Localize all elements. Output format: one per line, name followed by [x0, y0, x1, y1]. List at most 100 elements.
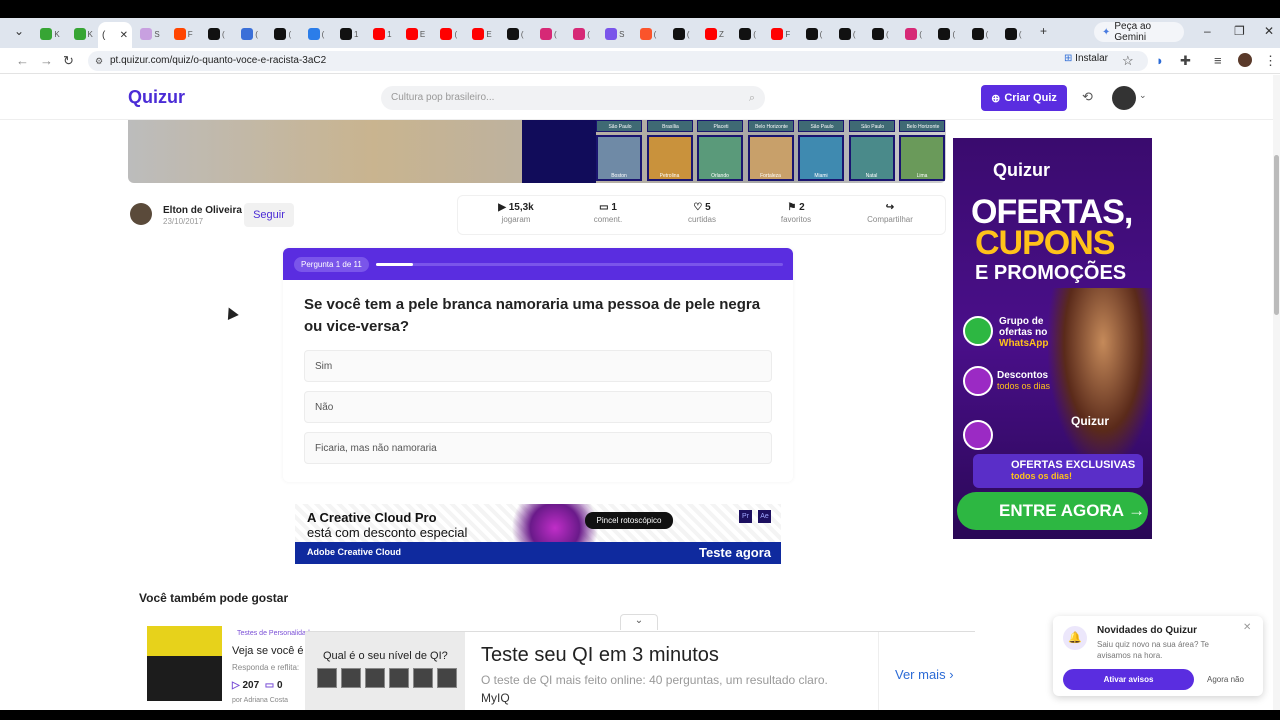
premiere-icon: Pr	[739, 510, 752, 523]
youtube-icon	[440, 28, 453, 40]
instagram-icon	[905, 28, 918, 40]
active-tab-label: (	[102, 29, 106, 41]
ad-collapse-button[interactable]: ⌄	[620, 614, 658, 630]
x-icon	[1004, 28, 1017, 40]
stat-plays-value: 15,3k	[508, 202, 534, 213]
author-name[interactable]: Elton de Oliveira	[163, 205, 242, 216]
adobe-ad-banner[interactable]: A Creative Cloud Pro está com desconto e…	[295, 504, 781, 564]
browser-tab[interactable]: S	[601, 24, 629, 44]
browser-tab[interactable]: (	[933, 24, 961, 44]
browser-tab[interactable]: Z	[700, 24, 728, 44]
browser-tab[interactable]: E	[402, 24, 430, 44]
suggested-quiz-category[interactable]: Testes de Personalidade	[237, 630, 314, 637]
decline-notifications-button[interactable]: Agora não	[1207, 669, 1244, 690]
restore-icon[interactable]: ❐	[1234, 24, 1245, 38]
browser-tab[interactable]: (	[966, 24, 994, 44]
answer-option-1[interactable]: Sim	[304, 350, 772, 382]
side-ad-cta-button[interactable]: ENTRE AGORA →	[957, 492, 1148, 530]
browser-tab[interactable]: 1	[368, 24, 396, 44]
window-bottom-border	[0, 710, 1280, 720]
site-logo[interactable]: Quizur	[128, 87, 185, 108]
gemini-button[interactable]: ✦ Peça ao Gemini	[1094, 21, 1184, 43]
banner-thumb: Miami	[798, 135, 844, 181]
qi-ad-more-label: Ver mais	[895, 667, 946, 682]
browser-tab[interactable]: (	[900, 24, 928, 44]
author-avatar[interactable]	[130, 203, 152, 225]
extension-icon[interactable]: ◗	[1156, 53, 1164, 68]
qi-ad-more-button[interactable]: Ver mais ›	[878, 632, 975, 712]
suggested-quiz-author: por Adriana Costa	[232, 697, 289, 704]
browser-tab[interactable]: (	[302, 24, 330, 44]
browser-tab[interactable]: S	[136, 24, 164, 44]
browser-tab[interactable]: (	[833, 24, 861, 44]
stat-comments[interactable]: ▭ 1 coment.	[578, 202, 638, 224]
bookmark-star-icon[interactable]: ☆	[1122, 53, 1134, 69]
browser-tab[interactable]: (	[999, 24, 1027, 44]
browser-tab[interactable]: F	[169, 24, 197, 44]
menu-icon[interactable]: ⋮	[1264, 53, 1277, 69]
search-input[interactable]: Cultura pop brasileiro... ⌕	[381, 86, 765, 110]
browser-tab-label: 1	[387, 29, 392, 39]
url-field[interactable]: ⚙ pt.quizur.com/quiz/o-quanto-voce-e-rac…	[88, 51, 1148, 71]
tab-search-icon[interactable]: ⌄	[14, 24, 24, 38]
browser-tab[interactable]: (	[534, 24, 562, 44]
browser-tab[interactable]: (	[866, 24, 894, 44]
browser-tab[interactable]: (	[269, 24, 297, 44]
browser-tab[interactable]: (	[734, 24, 762, 44]
browser-tab[interactable]: (	[236, 24, 264, 44]
browser-tab[interactable]: K	[36, 24, 64, 44]
browser-tab[interactable]: (	[435, 24, 463, 44]
close-window-icon[interactable]: ✕	[1264, 24, 1274, 38]
qi-ad-banner[interactable]: Qual é o seu nível de QI? Teste seu QI e…	[305, 631, 975, 712]
browser-tab[interactable]: (	[667, 24, 695, 44]
browser-tab[interactable]: 1	[335, 24, 363, 44]
reload-icon[interactable]: ↻	[63, 53, 74, 69]
profile-icon[interactable]	[1238, 53, 1252, 67]
adobe-ad-cta[interactable]: Teste agora	[699, 545, 771, 560]
new-tab-button[interactable]: +	[1040, 24, 1047, 38]
media-icon[interactable]: ≡	[1214, 53, 1222, 68]
chevron-down-icon[interactable]: ⌄	[1139, 90, 1147, 101]
browser-tab[interactable]: (	[568, 24, 596, 44]
scrollbar-thumb[interactable]	[1274, 155, 1279, 315]
browser-tab-label: (	[222, 29, 225, 39]
notifications-icon[interactable]: ⟲	[1082, 89, 1093, 105]
suggested-quiz-card[interactable]: Testes de Personalidade Veja se você é c…	[139, 620, 319, 710]
browser-tab[interactable]: E	[468, 24, 496, 44]
page-scrollbar[interactable]	[1273, 75, 1280, 710]
close-tab-icon[interactable]: ✕	[120, 30, 128, 41]
browser-tab[interactable]: (	[634, 24, 662, 44]
puzzle-icon[interactable]: ✚	[1180, 53, 1191, 69]
close-icon[interactable]: ✕	[1243, 622, 1251, 633]
stat-favorites[interactable]: ⚑ 2 favoritos	[766, 202, 826, 224]
browser-tab[interactable]: (	[202, 24, 230, 44]
url-text: pt.quizur.com/quiz/o-quanto-voce-e-racis…	[110, 55, 327, 66]
qi-face-2	[341, 668, 361, 688]
banner-thumb: Petrolina	[646, 135, 693, 181]
enable-notifications-button[interactable]: Ativar avisos	[1063, 669, 1194, 690]
browser-tab[interactable]: (	[501, 24, 529, 44]
minimize-icon[interactable]: –	[1204, 24, 1211, 38]
heart-icon: ♡	[693, 202, 703, 213]
browser-tab[interactable]: (	[800, 24, 828, 44]
browser-tab[interactable]: F	[767, 24, 795, 44]
suggested-quiz-image[interactable]	[147, 626, 222, 701]
suggested-quiz-title[interactable]: Veja se você é c	[232, 645, 312, 657]
install-button[interactable]: ⊞ Instalar	[1064, 53, 1108, 64]
forward-icon[interactable]: →	[40, 53, 53, 68]
stat-favorites-label: favoritos	[780, 215, 812, 224]
stat-likes[interactable]: ♡ 5 curtidas	[672, 202, 732, 224]
search-icon[interactable]: ⌕	[749, 86, 755, 110]
user-avatar[interactable]	[1112, 86, 1136, 110]
stat-share[interactable]: ↪ Compartilhar	[860, 202, 920, 224]
active-tab[interactable]: ( ✕	[98, 22, 132, 48]
side-ad-banner[interactable]: Quizur OFERTAS, CUPONS E PROMOÇÕES Grupo…	[953, 138, 1152, 539]
answer-option-3[interactable]: Ficaria, mas não namoraria	[304, 432, 772, 464]
answer-option-2[interactable]: Não	[304, 391, 772, 423]
stat-plays[interactable]: ▶ 15,3k jogaram	[486, 202, 546, 224]
follow-button[interactable]: Seguir	[244, 203, 294, 227]
browser-tab[interactable]: K	[69, 24, 97, 44]
create-quiz-button[interactable]: ⊕ Criar Quiz	[981, 85, 1067, 111]
back-icon[interactable]: ←	[16, 53, 29, 68]
site-info-icon[interactable]: ⚙	[95, 51, 103, 71]
